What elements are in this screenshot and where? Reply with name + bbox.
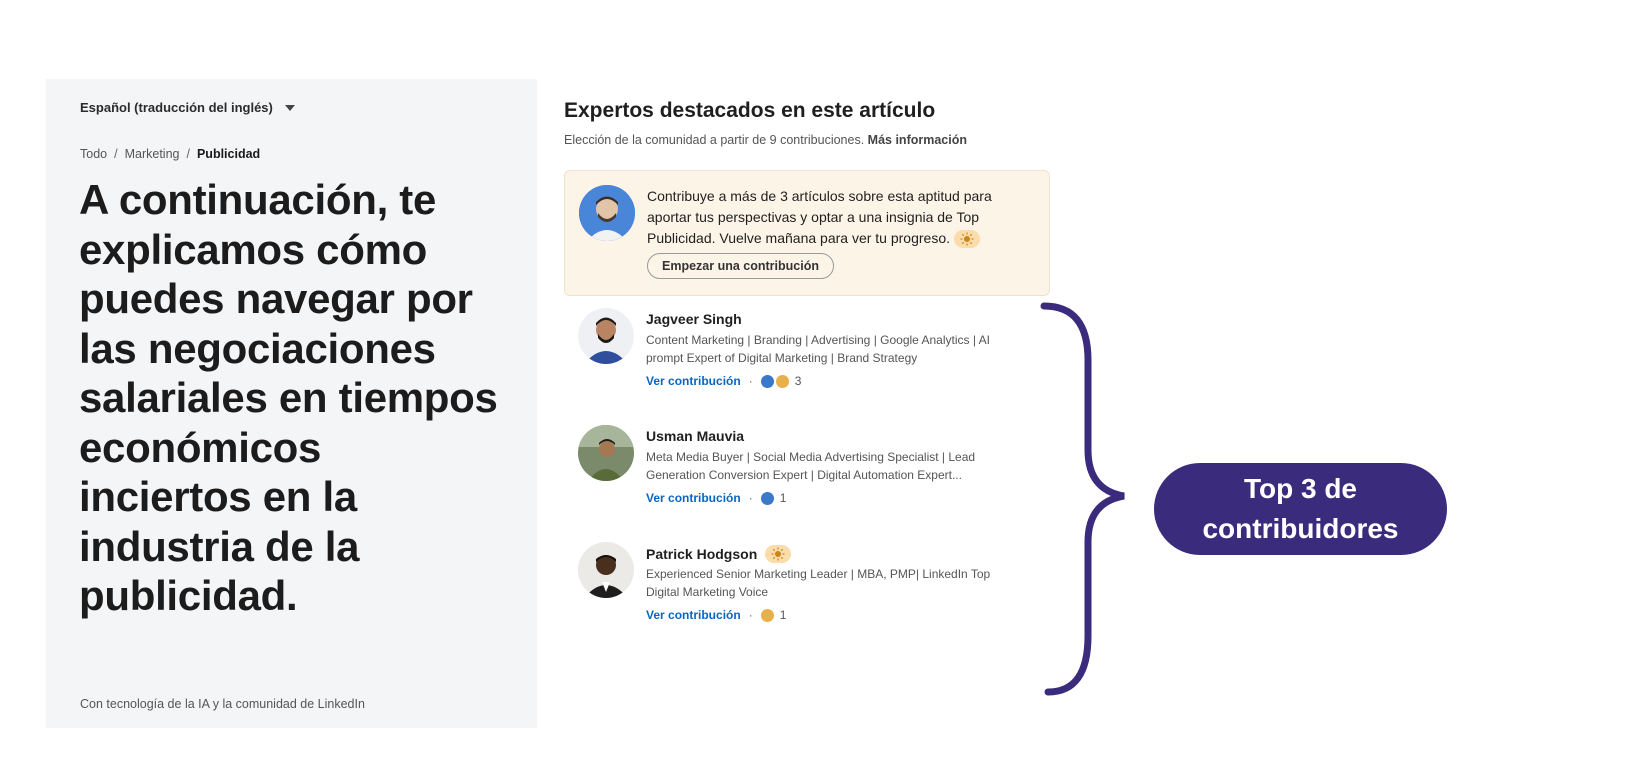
like-icon bbox=[760, 491, 774, 505]
insightful-icon bbox=[760, 608, 774, 622]
contributor-headline: Content Marketing | Branding | Advertisi… bbox=[646, 333, 990, 365]
article-headline: A continuación, te explicamos cómo puede… bbox=[79, 176, 498, 619]
contributor-meta: Ver contribución · 3 bbox=[646, 374, 801, 388]
caret-down-icon bbox=[284, 104, 295, 111]
breadcrumb-marketing[interactable]: Marketing bbox=[125, 147, 180, 161]
more-info-link[interactable]: Más información bbox=[868, 133, 967, 147]
contributor-name[interactable]: Usman Mauvia bbox=[646, 428, 744, 444]
breadcrumb-separator: / bbox=[186, 147, 190, 161]
view-contribution-link[interactable]: Ver contribución bbox=[646, 491, 741, 505]
reaction-count: 1 bbox=[779, 491, 787, 505]
experts-subtitle-text: Elección de la comunidad a partir de 9 c… bbox=[564, 133, 865, 147]
language-selector[interactable]: Español (traducción del inglés) bbox=[80, 100, 295, 115]
contribute-cta-box: Contribuye a más de 3 artículos sobre es… bbox=[564, 170, 1050, 296]
separator-dot: · bbox=[748, 374, 753, 388]
contributor-name-text: Usman Mauvia bbox=[646, 428, 745, 444]
start-contribution-button[interactable]: Empezar una contribución bbox=[647, 253, 834, 279]
reaction-badges: 3 bbox=[760, 374, 802, 388]
breadcrumb-publicidad: Publicidad bbox=[196, 147, 261, 161]
avatar[interactable] bbox=[578, 542, 634, 598]
view-contribution-link[interactable]: Ver contribución bbox=[646, 374, 741, 388]
insightful-icon bbox=[775, 374, 789, 388]
contributor-headline: Experienced Senior Marketing Leader | MB… bbox=[646, 567, 991, 599]
cta-message: Contribuye a más de 3 artículos sobre es… bbox=[647, 188, 992, 246]
reaction-count: 3 bbox=[794, 374, 802, 388]
contributor-name[interactable]: Patrick Hodgson bbox=[646, 545, 792, 563]
contributor-name[interactable]: Jagveer Singh bbox=[646, 311, 742, 327]
contributor-avatar-icon bbox=[578, 425, 634, 481]
top-contributors-label: Top 3 de contribuidores bbox=[1154, 463, 1447, 555]
contributor-avatar-icon bbox=[578, 308, 634, 364]
breadcrumb-separator: / bbox=[114, 147, 118, 161]
separator-dot: · bbox=[748, 608, 753, 622]
lightbulb-badge-icon bbox=[765, 545, 792, 563]
reaction-count: 1 bbox=[779, 608, 787, 622]
language-label: Español (traducción del inglés) bbox=[80, 100, 273, 115]
avatar[interactable] bbox=[578, 425, 634, 481]
experts-title: Expertos destacados en este artículo bbox=[564, 99, 936, 122]
like-icon bbox=[760, 374, 774, 388]
user-avatar-icon bbox=[579, 185, 635, 241]
cta-text: Contribuye a más de 3 artículos sobre es… bbox=[647, 186, 1027, 249]
contributor-name-text: Patrick Hodgson bbox=[646, 546, 758, 562]
contributor-meta: Ver contribución · 1 bbox=[646, 491, 786, 505]
article-header-panel: Español (traducción del inglés) Todo / M… bbox=[46, 79, 537, 728]
powered-by-text: Con tecnología de la IA y la comunidad d… bbox=[80, 697, 365, 711]
avatar bbox=[579, 185, 635, 241]
reaction-badges: 1 bbox=[760, 608, 787, 622]
curly-brace-icon bbox=[1040, 302, 1125, 696]
view-contribution-link[interactable]: Ver contribución bbox=[646, 608, 741, 622]
contributor-avatar-icon bbox=[578, 542, 634, 598]
contributor-name-text: Jagveer Singh bbox=[646, 311, 742, 327]
lightbulb-badge-icon bbox=[953, 230, 980, 249]
experts-subtitle: Elección de la comunidad a partir de 9 c… bbox=[564, 133, 967, 147]
separator-dot: · bbox=[748, 491, 753, 505]
contributor-meta: Ver contribución · 1 bbox=[646, 608, 786, 622]
breadcrumb: Todo / Marketing / Publicidad bbox=[80, 147, 260, 161]
contributor-headline: Meta Media Buyer | Social Media Advertis… bbox=[646, 450, 976, 482]
avatar[interactable] bbox=[578, 308, 634, 364]
reaction-badges: 1 bbox=[760, 491, 787, 505]
breadcrumb-todo[interactable]: Todo bbox=[80, 147, 107, 161]
